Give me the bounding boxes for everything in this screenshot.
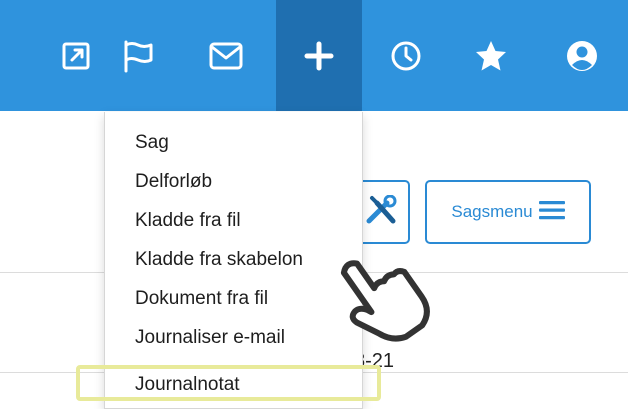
menu-item-delforlob[interactable]: Delforløb	[135, 171, 212, 193]
flag-icon	[121, 39, 155, 73]
favorites-button[interactable]	[453, 0, 529, 111]
messages-button[interactable]	[188, 0, 264, 111]
hamburger-icon	[538, 200, 565, 225]
sagsmenu-label: Sagsmenu	[451, 202, 533, 221]
new-item-dropdown: Sag Delforløb Kladde fra fil Kladde fra …	[104, 112, 363, 409]
user-profile-button[interactable]	[544, 0, 620, 111]
clock-icon	[390, 40, 422, 72]
sagsmenu-button[interactable]: Sagsmenu	[425, 180, 591, 244]
plus-icon	[303, 40, 335, 72]
menu-item-journaliser-email[interactable]: Journaliser e-mail	[135, 327, 285, 349]
menu-item-sag[interactable]: Sag	[135, 132, 169, 154]
tools-icon	[365, 194, 399, 230]
user-icon	[565, 39, 599, 73]
envelope-icon	[209, 42, 243, 70]
menu-item-kladde-fra-fil[interactable]: Kladde fra fil	[135, 210, 241, 232]
top-navigation-bar	[0, 0, 628, 111]
star-icon	[474, 39, 508, 73]
recent-button[interactable]	[368, 0, 444, 111]
menu-item-dokument-fra-fil[interactable]: Dokument fra fil	[135, 288, 268, 310]
menu-item-journalnotat[interactable]: Journalnotat	[135, 374, 240, 396]
menu-item-kladde-fra-skabelon[interactable]: Kladde fra skabelon	[135, 249, 303, 271]
flag-button[interactable]	[100, 0, 176, 111]
new-item-button[interactable]	[276, 0, 362, 111]
external-link-icon	[61, 41, 91, 71]
